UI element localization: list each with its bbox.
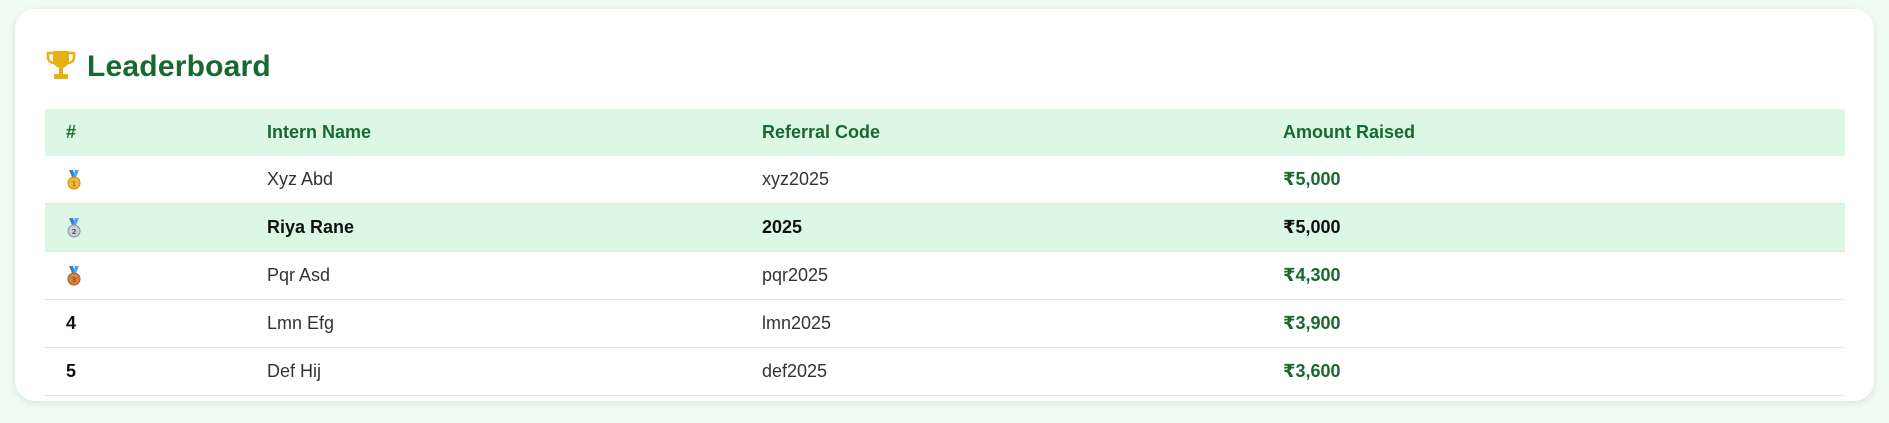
svg-text:2: 2	[72, 228, 77, 236]
intern-name: Lmn Efg	[266, 299, 761, 348]
gold-medal-icon: 1	[66, 169, 82, 190]
silver-medal-icon: 2	[66, 217, 82, 238]
page-title: Leaderboard	[87, 50, 271, 83]
intern-name: Xyz Abd	[266, 156, 761, 204]
intern-name: Riya Rane	[266, 203, 761, 252]
column-header-amount: Amount Raised	[1282, 109, 1845, 156]
amount-raised: ₹5,000	[1282, 156, 1845, 204]
referral-code: def2025	[761, 347, 1282, 396]
intern-name: Def Hij	[266, 347, 761, 396]
column-header-name: Intern Name	[266, 109, 761, 156]
intern-name: Pqr Asd	[266, 251, 761, 300]
rank-cell: 2	[45, 203, 266, 252]
table-row: 3 Pqr Asd pqr2025 ₹4,300	[45, 251, 1845, 300]
column-header-rank: #	[45, 109, 266, 156]
table-row-highlighted: 2 Riya Rane 2025 ₹5,000	[45, 203, 1845, 252]
referral-code: 2025	[761, 203, 1282, 252]
rank-cell: 1	[45, 156, 266, 204]
column-header-code: Referral Code	[761, 109, 1282, 156]
table-row: 5 Def Hij def2025 ₹3,600	[45, 347, 1845, 396]
svg-text:3: 3	[72, 276, 76, 284]
rank-number: 4	[45, 299, 266, 348]
referral-code: pqr2025	[761, 251, 1282, 300]
table-row: 1 Xyz Abd xyz2025 ₹5,000	[45, 156, 1845, 204]
referral-code: xyz2025	[761, 156, 1282, 204]
amount-raised: ₹3,600	[1282, 347, 1845, 396]
trophy-icon	[45, 48, 77, 87]
bronze-medal-icon: 3	[66, 265, 82, 286]
table-row: 4 Lmn Efg lmn2025 ₹3,900	[45, 299, 1845, 348]
table-header-row: # Intern Name Referral Code Amount Raise…	[45, 109, 1845, 156]
amount-raised: ₹4,300	[1282, 251, 1845, 300]
rank-number: 5	[45, 347, 266, 396]
referral-code: lmn2025	[761, 299, 1282, 348]
leaderboard-table: # Intern Name Referral Code Amount Raise…	[45, 109, 1845, 396]
leaderboard-header: Leaderboard	[45, 41, 1844, 93]
rank-cell: 3	[45, 251, 266, 300]
amount-raised: ₹3,900	[1282, 299, 1845, 348]
leaderboard-card: Leaderboard # Intern Name Referral Code …	[15, 9, 1874, 401]
amount-raised: ₹5,000	[1282, 203, 1845, 252]
svg-text:1: 1	[72, 180, 76, 188]
